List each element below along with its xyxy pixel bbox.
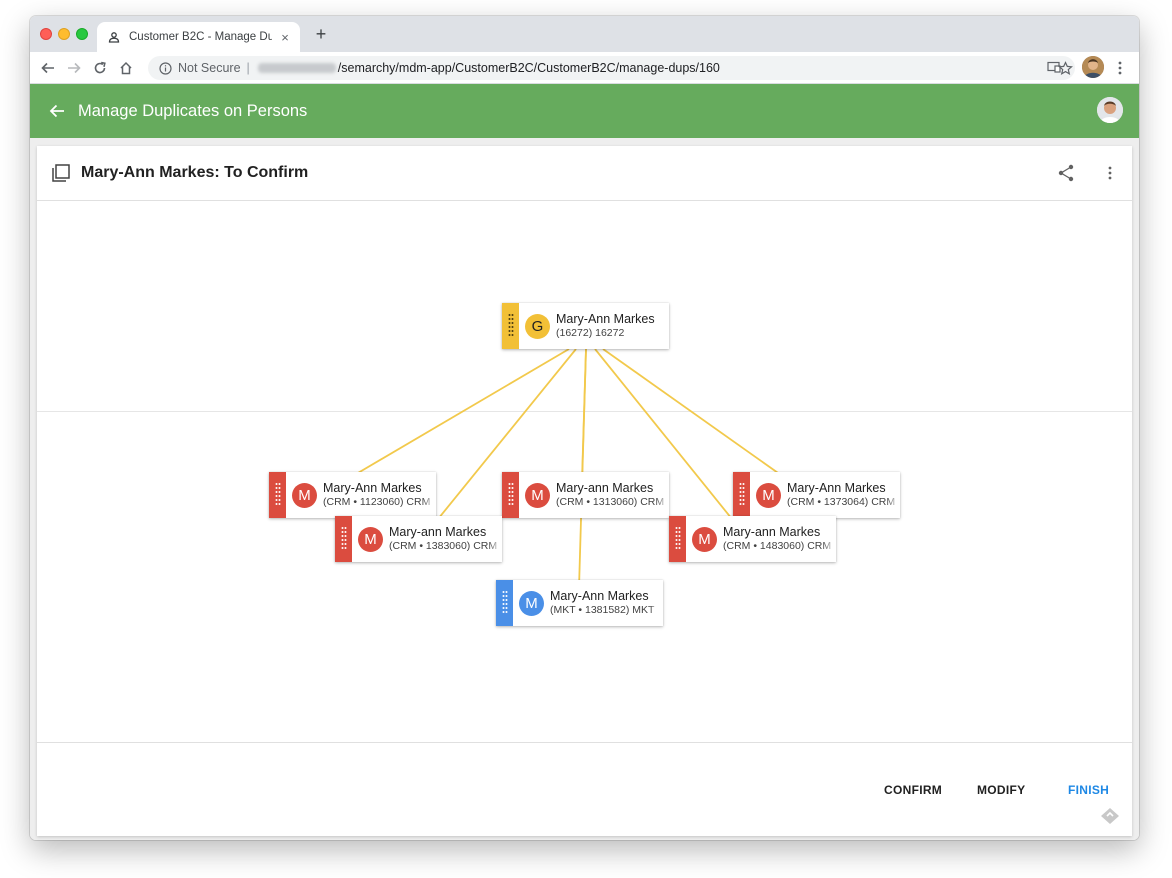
card-footer: CONFIRM MODIFY FINISH [37, 742, 1132, 836]
record-initial-avatar: M [756, 482, 781, 508]
confirm-button[interactable]: CONFIRM [884, 783, 942, 797]
record-id: (CRM • 1483060) CRM [723, 540, 832, 552]
record-id: (CRM • 1313060) CRM [556, 496, 665, 508]
record-name: Mary-ann Markes [389, 525, 487, 539]
drag-handle-icon[interactable] [502, 472, 519, 518]
browser-window: Customer B2C - Manage Dupli × + Not Secu… [30, 16, 1139, 840]
profile-avatar[interactable] [1082, 56, 1104, 78]
bookmark-star-icon[interactable] [1055, 58, 1075, 78]
golden-id: (16272) 16272 [556, 327, 625, 339]
edge-4 [578, 348, 587, 589]
record-name: Mary-Ann Markes [550, 589, 649, 603]
drag-handle-icon[interactable] [496, 580, 513, 626]
reload-icon[interactable] [90, 58, 110, 78]
record-id: (CRM • 1373064) CRM [787, 496, 896, 508]
text-fade [649, 580, 663, 626]
home-icon[interactable] [116, 58, 136, 78]
record-id: (CRM • 1383060) CRM [389, 540, 498, 552]
card-title: Mary-Ann Markes: To Confirm [81, 164, 309, 181]
close-window-button[interactable] [40, 28, 52, 40]
record-name: Mary-ann Markes [556, 481, 654, 495]
text-fade [488, 516, 502, 562]
text-fade [422, 472, 436, 518]
record-id: (MKT • 1381582) MKT [550, 604, 655, 616]
record-node[interactable]: M Mary-Ann Markes (CRM • 1373064) CRM [733, 472, 900, 518]
golden-initial-avatar: G [525, 313, 550, 339]
record-initial-avatar: M [358, 526, 383, 552]
record-text: Mary-Ann Markes (CRM • 1373064) CRM [787, 481, 900, 509]
record-text: Mary-ann Markes (CRM • 1313060) CRM [556, 481, 669, 509]
record-node[interactable]: M Mary-ann Markes (CRM • 1313060) CRM [502, 472, 669, 518]
new-tab-button[interactable]: + [311, 24, 331, 44]
minimize-window-button[interactable] [58, 28, 70, 40]
record-initial-avatar: M [292, 482, 317, 508]
tag-icon [1100, 807, 1120, 825]
tab-close-icon[interactable]: × [278, 30, 292, 45]
golden-record-node[interactable]: G Mary-Ann Markes (16272) 16272 [502, 303, 669, 349]
browser-toolbar: Not Secure | /semarchy/mdm-app/CustomerB… [30, 52, 1139, 84]
record-node[interactable]: M Mary-ann Markes (CRM • 1383060) CRM [335, 516, 502, 562]
person-icon [107, 30, 121, 44]
finish-button[interactable]: FINISH [1068, 783, 1109, 797]
edge-1 [345, 348, 570, 481]
record-id: (CRM • 1123060) CRM [323, 496, 431, 508]
drag-handle-icon[interactable] [335, 516, 352, 562]
card-header: Mary-Ann Markes: To Confirm [37, 146, 1132, 201]
browser-tab[interactable]: Customer B2C - Manage Dupli × [97, 22, 300, 52]
url-path: /semarchy/mdm-app/CustomerB2C/CustomerB2… [337, 61, 720, 75]
forward-nav-icon[interactable] [64, 58, 84, 78]
record-text: Mary-Ann Markes (MKT • 1381582) MKT [550, 589, 663, 617]
tab-title: Customer B2C - Manage Dupli [129, 31, 272, 43]
security-label: Not Secure [178, 61, 241, 75]
duplicates-card: Mary-Ann Markes: To Confirm G Mary-Ann M… [37, 146, 1132, 836]
duplicates-graph: G Mary-Ann Markes (16272) 16272 M Mary-A… [37, 202, 1132, 742]
record-name: Mary-Ann Markes [323, 481, 422, 495]
more-vert-icon[interactable] [1100, 163, 1120, 183]
record-text: Mary-Ann Markes (CRM • 1123060) CRM [323, 481, 436, 509]
record-name: Mary-ann Markes [723, 525, 821, 539]
tab-strip: Customer B2C - Manage Dupli × + [30, 16, 1139, 52]
text-fade [886, 472, 900, 518]
record-text: Mary-ann Markes (CRM • 1383060) CRM [389, 525, 502, 553]
record-text: Mary-ann Markes (CRM • 1483060) CRM [723, 525, 836, 553]
content-area: Mary-Ann Markes: To Confirm G Mary-Ann M… [30, 138, 1139, 840]
user-avatar[interactable] [1097, 97, 1123, 123]
modify-button[interactable]: MODIFY [977, 783, 1025, 797]
duplicate-icon [51, 163, 71, 183]
drag-handle-icon[interactable] [502, 303, 519, 349]
share-icon[interactable] [1056, 163, 1076, 183]
record-node[interactable]: M Mary-ann Markes (CRM • 1483060) CRM [669, 516, 836, 562]
record-initial-avatar: M [525, 482, 550, 508]
record-initial-avatar: M [692, 526, 717, 552]
record-name: Mary-Ann Markes [787, 481, 886, 495]
drag-handle-icon[interactable] [669, 516, 686, 562]
edge-6 [602, 348, 789, 481]
back-nav-icon[interactable] [38, 58, 58, 78]
zoom-window-button[interactable] [76, 28, 88, 40]
page-title: Manage Duplicates on Persons [78, 101, 308, 120]
url-separator: | [246, 61, 250, 75]
redacted-host [257, 63, 336, 73]
browser-menu-icon[interactable] [1110, 58, 1130, 78]
record-node[interactable]: M Mary-Ann Markes (CRM • 1123060) CRM [269, 472, 436, 518]
text-fade [822, 516, 836, 562]
drag-handle-icon[interactable] [269, 472, 286, 518]
record-node[interactable]: M Mary-Ann Markes (MKT • 1381582) MKT [496, 580, 663, 626]
drag-handle-icon[interactable] [733, 472, 750, 518]
arrow-left-icon[interactable] [46, 100, 68, 122]
text-fade [655, 472, 669, 518]
golden-name: Mary-Ann Markes [556, 312, 655, 326]
info-icon[interactable] [158, 61, 172, 75]
address-bar[interactable]: Not Secure | /semarchy/mdm-app/CustomerB… [148, 56, 1075, 80]
app-bar: Manage Duplicates on Persons [30, 84, 1139, 138]
record-initial-avatar: M [519, 590, 544, 616]
golden-node-text: Mary-Ann Markes (16272) 16272 [556, 312, 669, 340]
